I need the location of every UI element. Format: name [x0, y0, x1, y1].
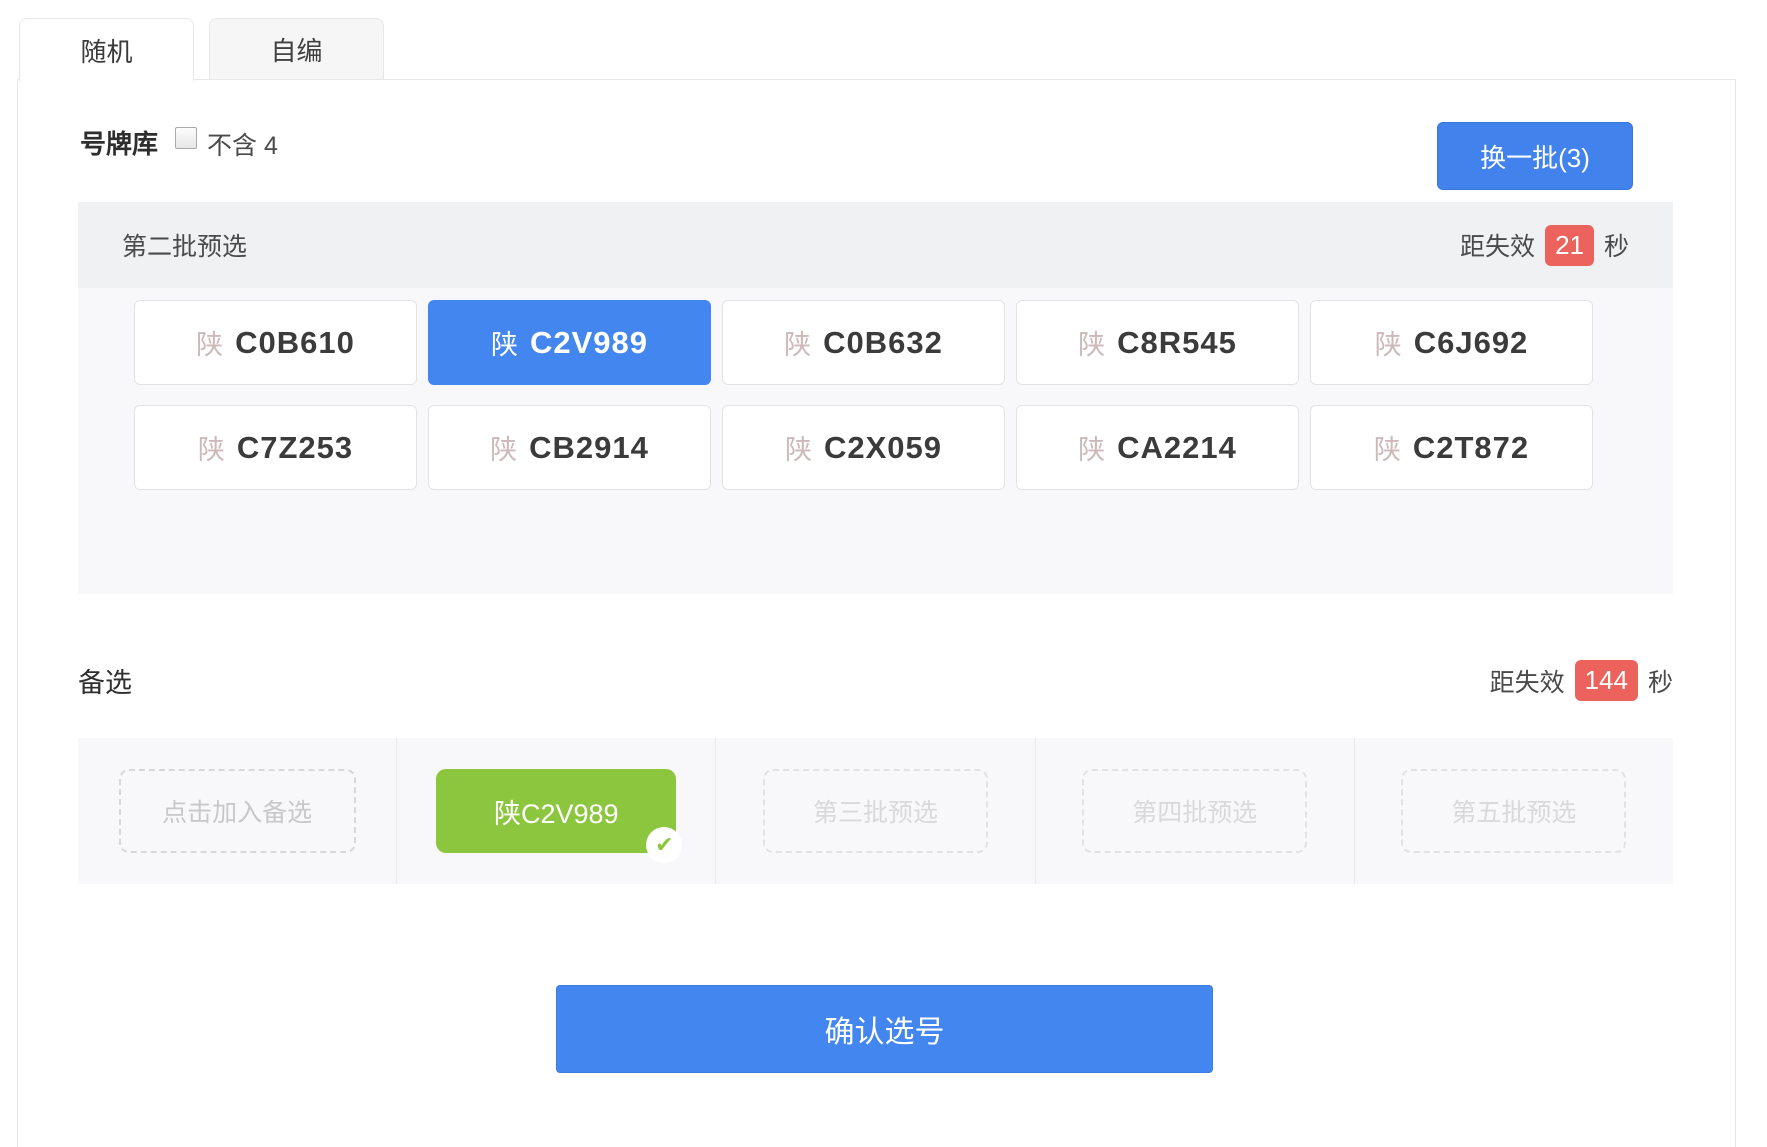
backup-placeholder-3[interactable]: 第三批预选 [763, 769, 988, 853]
plate-number: C2X059 [824, 430, 942, 466]
backup-expire: 距失效 144 秒 [1490, 660, 1673, 701]
plate-number: C8R545 [1117, 325, 1237, 361]
plate-province: 陕 [490, 428, 517, 467]
batch-header: 第二批预选 距失效 21 秒 [78, 202, 1673, 288]
plate-number: C0B632 [823, 325, 943, 361]
backup-slot-2: 陕C2V989 ✔ [396, 738, 715, 884]
confirm-selection-label: 确认选号 [825, 1007, 945, 1051]
backup-placeholder-5[interactable]: 第五批预选 [1401, 769, 1626, 853]
backup-title: 备选 [78, 661, 132, 700]
backup-plate-label: 陕C2V989 [494, 792, 619, 831]
plate-number: C7Z253 [237, 430, 353, 466]
add-to-backup-button[interactable]: 点击加入备选 [119, 769, 356, 853]
refresh-batch-label: 换一批(3) [1480, 138, 1590, 175]
confirm-selection-button[interactable]: 确认选号 [556, 985, 1213, 1073]
backup-slot-1: 点击加入备选 [78, 738, 396, 884]
backup-slot-4: 第四批预选 [1035, 738, 1354, 884]
plate-option[interactable]: 陕 C0B632 [722, 300, 1005, 385]
plate-province: 陕 [785, 428, 812, 467]
batch-panel: 第二批预选 距失效 21 秒 陕 C0B610 陕 C2V989 陕 C0B63… [78, 202, 1673, 594]
plate-option[interactable]: 陕 C2T872 [1310, 405, 1593, 490]
plate-option[interactable]: 陕 CA2214 [1016, 405, 1299, 490]
backup-placeholder-3-label: 第三批预选 [813, 793, 938, 829]
plate-number: C2V989 [530, 325, 648, 361]
plate-option[interactable]: 陕 C0B610 [134, 300, 417, 385]
backup-placeholder-4-label: 第四批预选 [1132, 793, 1257, 829]
backup-expire-suffix: 秒 [1648, 663, 1673, 699]
plate-province: 陕 [1375, 323, 1402, 362]
backup-placeholder-4[interactable]: 第四批预选 [1082, 769, 1307, 853]
tab-custom[interactable]: 自编 [209, 18, 384, 80]
backup-expire-countdown-badge: 144 [1575, 660, 1638, 701]
plate-option[interactable]: 陕 C2X059 [722, 405, 1005, 490]
tab-custom-label: 自编 [270, 31, 322, 68]
add-to-backup-label: 点击加入备选 [162, 793, 312, 829]
check-icon: ✔ [646, 827, 682, 863]
backup-expire-prefix: 距失效 [1490, 663, 1565, 699]
plate-number: C2T872 [1413, 430, 1529, 466]
plate-province: 陕 [1374, 428, 1401, 467]
plate-province: 陕 [1078, 428, 1105, 467]
plate-province: 陕 [198, 428, 225, 467]
plate-province: 陕 [784, 323, 811, 362]
batch-expire-prefix: 距失效 [1460, 227, 1535, 263]
plate-option[interactable]: 陕 C8R545 [1016, 300, 1299, 385]
backup-slot-5: 第五批预选 [1354, 738, 1673, 884]
plate-number: C0B610 [235, 325, 355, 361]
exclude-4-checkbox[interactable] [175, 127, 197, 149]
plate-number: CB2914 [529, 430, 649, 466]
backup-header: 备选 距失效 144 秒 [78, 660, 1673, 701]
backup-slot-3: 第三批预选 [715, 738, 1034, 884]
plate-option[interactable]: 陕 C6J692 [1310, 300, 1593, 385]
plate-province: 陕 [1078, 323, 1105, 362]
backup-placeholder-5-label: 第五批预选 [1451, 793, 1576, 829]
plate-selection-page: 随机 自编 号牌库 不含 4 换一批(3) 第二批预选 距失效 21 秒 陕 C… [0, 0, 1767, 1147]
exclude-4-label: 不含 4 [207, 126, 278, 162]
tab-random-label: 随机 [80, 32, 132, 69]
plate-number: CA2214 [1117, 430, 1237, 466]
plate-number: C6J692 [1414, 325, 1529, 361]
refresh-batch-button[interactable]: 换一批(3) [1437, 122, 1633, 190]
plate-province: 陕 [491, 323, 518, 362]
backup-plate[interactable]: 陕C2V989 ✔ [436, 769, 676, 853]
batch-expire-countdown-badge: 21 [1545, 225, 1594, 266]
plate-option[interactable]: 陕 C7Z253 [134, 405, 417, 490]
plate-option-selected[interactable]: 陕 C2V989 [428, 300, 711, 385]
plate-option[interactable]: 陕 CB2914 [428, 405, 711, 490]
tab-random[interactable]: 随机 [19, 18, 194, 81]
plate-grid: 陕 C0B610 陕 C2V989 陕 C0B632 陕 C8R545 陕 C6… [134, 300, 1594, 490]
backup-panel: 点击加入备选 陕C2V989 ✔ 第三批预选 第四批预选 第五批预选 [78, 738, 1673, 884]
batch-title: 第二批预选 [122, 227, 247, 263]
batch-expire: 距失效 21 秒 [1460, 225, 1629, 266]
plate-province: 陕 [196, 323, 223, 362]
plate-pool-label: 号牌库 [80, 124, 158, 161]
batch-expire-suffix: 秒 [1604, 227, 1629, 263]
